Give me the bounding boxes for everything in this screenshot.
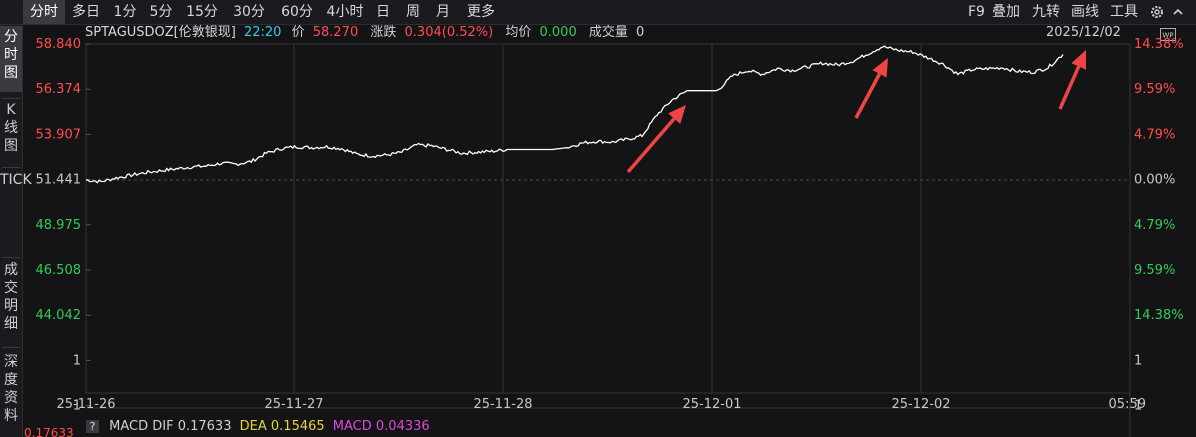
- x-tick: 25-12-02: [891, 397, 950, 412]
- y-left-tick: 44.042: [36, 308, 82, 323]
- macd-axis-value: 0.17633: [24, 428, 74, 437]
- y-left-tick: 48.975: [36, 218, 82, 233]
- y-left-tick: 58.840: [36, 37, 82, 52]
- price-line: [85, 45, 1064, 184]
- y-left-tick: 56.374: [36, 82, 82, 97]
- macd-bar: ? MACD DIF 0.17633 DEA 0.15465 MACD 0.04…: [86, 418, 430, 436]
- y-left-tick: 53.907: [36, 127, 82, 142]
- y-right-tick: 4.79%: [1134, 218, 1175, 233]
- x-tick: 25-11-26: [56, 397, 115, 412]
- y-left-tick: 1: [73, 353, 81, 368]
- intraday-chart: 58.840 56.374 53.907 51.441 48.975 46.508 44.0…: [36, 37, 1184, 437]
- annotation-arrow-1: [854, 73, 882, 119]
- y-right-tick: 14.38%: [1134, 37, 1184, 52]
- y-right-tick: 0.00%: [1134, 173, 1175, 188]
- help-icon[interactable]: ?: [86, 420, 99, 433]
- macd-value: 0.04336: [375, 419, 430, 434]
- annotation-arrow-0: [626, 117, 676, 174]
- x-tick: 05:59: [1109, 397, 1146, 412]
- macd-label: MACD: [332, 419, 372, 434]
- y-right-tick: 9.59%: [1134, 263, 1175, 278]
- y-right-tick: 9.59%: [1134, 82, 1175, 97]
- y-left-tick: 51.441: [36, 173, 82, 188]
- x-tick: 25-11-28: [473, 397, 532, 412]
- y-right-tick: 14.38%: [1134, 308, 1184, 323]
- x-tick: 25-12-01: [682, 397, 741, 412]
- macd-dif-label: MACD DIF: [109, 419, 174, 434]
- y-left-tick: 46.508: [36, 263, 82, 278]
- dea-value: 0.15465: [270, 419, 325, 434]
- macd-dif-value: 0.17633: [177, 419, 232, 434]
- plot-frame: [85, 43, 1131, 394]
- annotation-arrow-2: [1058, 65, 1081, 110]
- dea-label: DEA: [239, 419, 267, 434]
- y-right-tick: 1: [1134, 353, 1142, 368]
- y-right-tick: 4.79%: [1134, 127, 1175, 142]
- x-tick: 25-11-27: [264, 397, 323, 412]
